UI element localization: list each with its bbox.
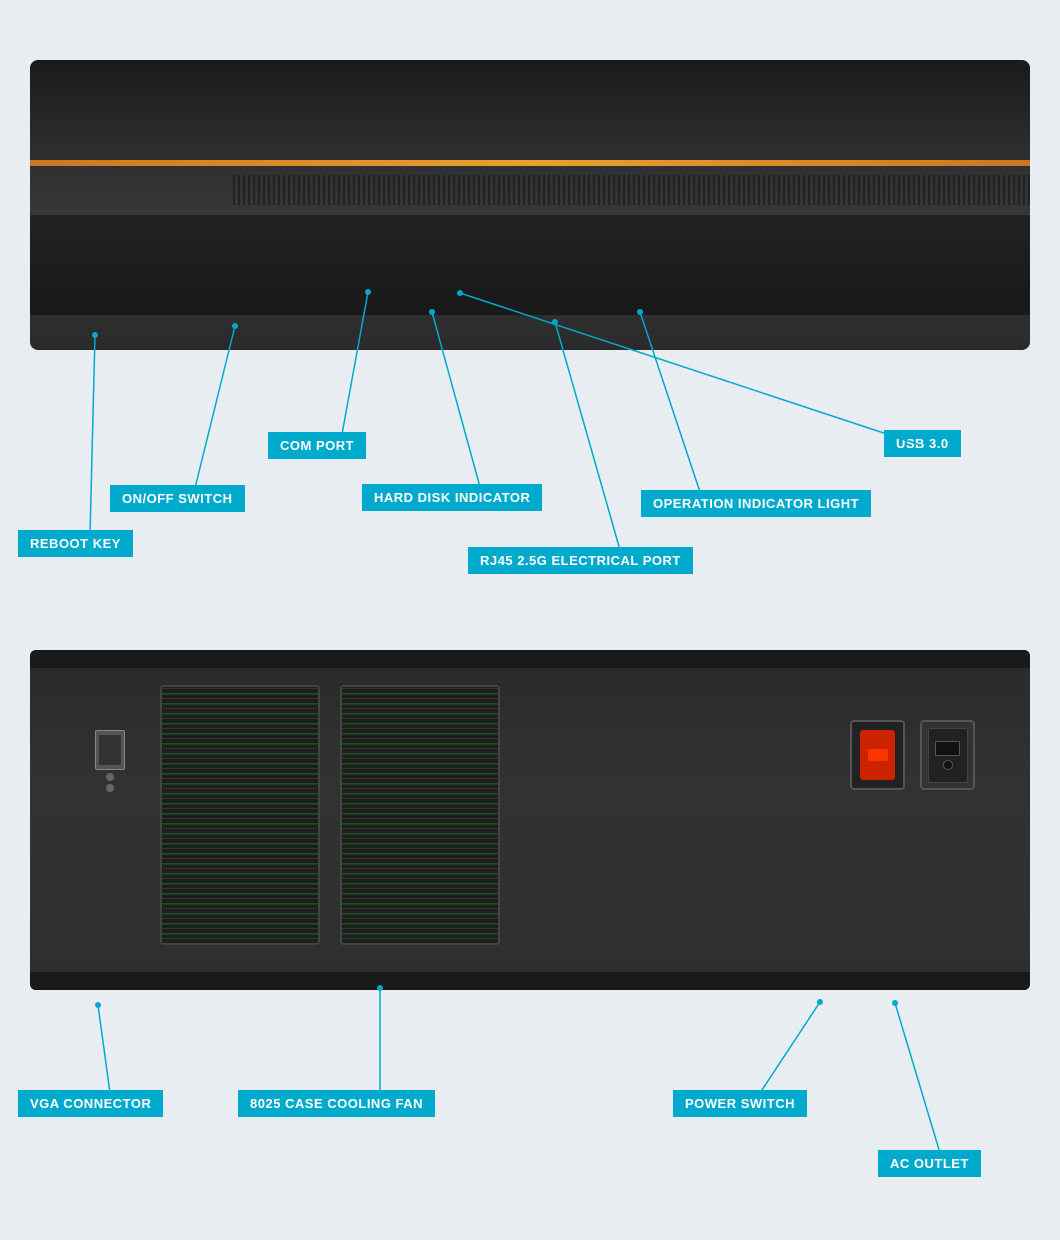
bottom-device <box>30 630 1030 1090</box>
hard-disk-indicator-label: HARD DISK INDICATOR <box>362 484 542 511</box>
power-section <box>850 720 975 790</box>
fan-1 <box>160 685 320 945</box>
ac-hole-round <box>943 760 953 770</box>
top-device: COM USB ETH0 <box>30 30 1030 420</box>
fan-vents-green-2 <box>342 687 498 943</box>
vga-connector-label: VGA CONNECTOR <box>18 1090 163 1117</box>
fan-vents-green-1 <box>162 687 318 943</box>
reboot-key-label: REBOOT KEY <box>18 530 133 557</box>
on-off-switch-label: ON/OFF SWITCH <box>110 485 245 512</box>
orange-stripe <box>30 160 1030 166</box>
usb-30-label: USB 3.0 <box>884 430 961 457</box>
com-port-label: COM PORT <box>268 432 366 459</box>
rj45-label: RJ45 2.5G ELECTRICAL PORT <box>468 547 693 574</box>
power-switch-label: POWER SWITCH <box>673 1090 807 1117</box>
ac-hole-rect <box>935 741 960 756</box>
bottom-device-body <box>30 650 1030 990</box>
bottom-strip <box>30 295 1030 315</box>
vga-screw-2 <box>106 784 114 792</box>
power-switch-button <box>868 749 888 761</box>
ac-outlet-label: AC OUTLET <box>878 1150 981 1177</box>
bottom-top-strip <box>30 650 1030 668</box>
operation-indicator-label: OPERATION INDICATOR LIGHT <box>641 490 871 517</box>
vga-screw-1 <box>106 773 114 781</box>
power-switch-physical[interactable] <box>850 720 905 790</box>
vga-port-physical <box>95 730 125 785</box>
top-device-body: COM USB ETH0 <box>30 60 1030 350</box>
cooling-fan-label: 8025 CASE COOLING FAN <box>238 1090 435 1117</box>
ac-outlet-inner <box>928 728 968 783</box>
top-vent <box>230 175 1030 205</box>
ac-outlet-physical <box>920 720 975 790</box>
fan-2 <box>340 685 500 945</box>
vga-body <box>95 730 125 770</box>
fan-group <box>160 685 680 945</box>
bottom-bottom-strip <box>30 972 1030 990</box>
power-switch-inner <box>860 730 895 780</box>
front-panel: COM USB ETH0 <box>30 215 1030 295</box>
